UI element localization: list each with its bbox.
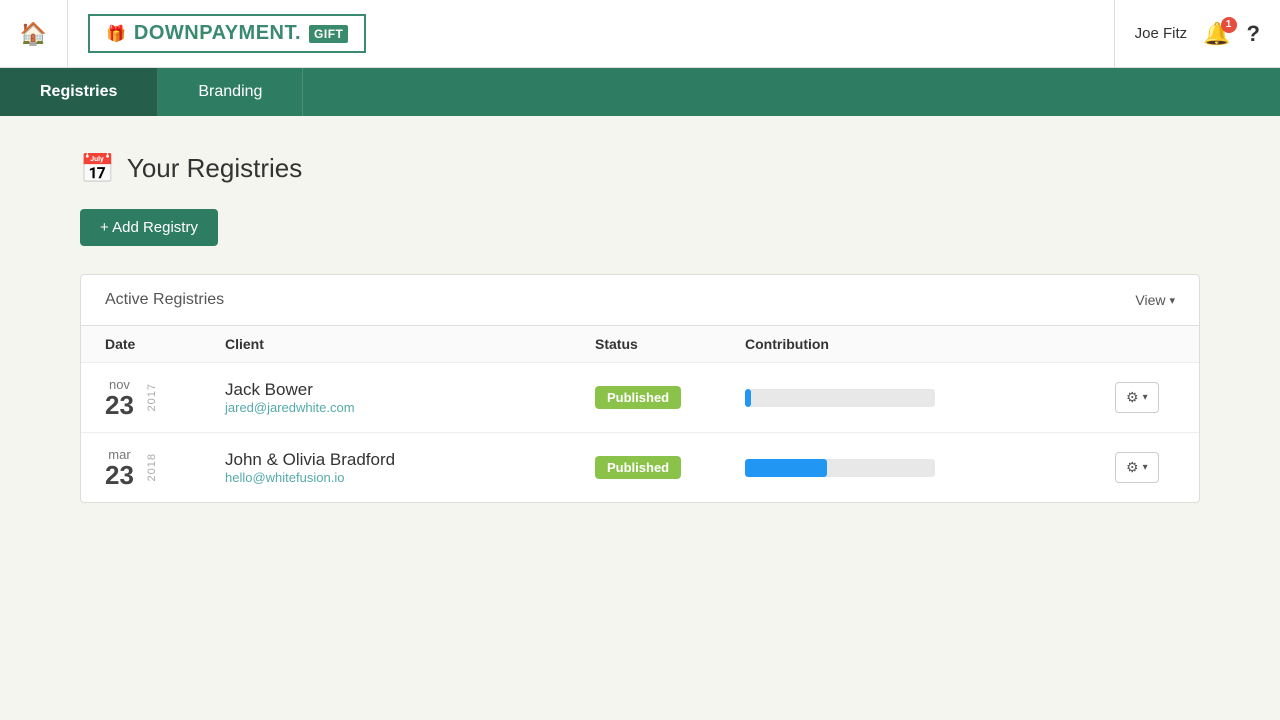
column-headers: Date Client Status Contribution — [81, 326, 1199, 363]
home-button[interactable]: 🏠 — [0, 0, 68, 67]
logo-area: 🎁 DOWNPAYMENT. GIFT — [68, 14, 1114, 53]
help-button[interactable]: ? — [1247, 21, 1260, 47]
user-menu[interactable]: Joe Fitz — [1135, 25, 1188, 42]
status-cell-1: Published — [595, 386, 745, 409]
page-title-area: 📅 Your Registries — [80, 152, 1200, 185]
progress-track-1 — [745, 389, 935, 407]
col-date: Date — [105, 336, 225, 352]
nav-bar: Registries Branding — [0, 68, 1280, 116]
client-email-1: jared@jaredwhite.com — [225, 400, 595, 415]
gear-icon-1: ⚙ — [1126, 389, 1139, 406]
caret-icon-1: ▾ — [1143, 392, 1148, 403]
client-email-2: hello@whitefusion.io — [225, 470, 595, 485]
gear-button-2[interactable]: ⚙ ▾ — [1115, 452, 1159, 483]
page-title: Your Registries — [127, 153, 302, 184]
col-actions — [1115, 336, 1175, 352]
nav-branding[interactable]: Branding — [158, 68, 303, 116]
col-contribution: Contribution — [745, 336, 1115, 352]
actions-cell-1: ⚙ ▾ — [1115, 382, 1175, 413]
header: 🏠 🎁 DOWNPAYMENT. GIFT Joe Fitz 🔔 1 ? — [0, 0, 1280, 68]
section-title: Active Registries — [105, 291, 224, 309]
add-registry-button[interactable]: + Add Registry — [80, 209, 218, 246]
actions-cell-2: ⚙ ▾ — [1115, 452, 1175, 483]
date-day-1: 23 — [105, 392, 134, 418]
notification-badge: 1 — [1221, 17, 1237, 33]
home-icon: 🏠 — [20, 21, 47, 47]
status-cell-2: Published — [595, 456, 745, 479]
active-registries-card: Active Registries View ▾ Date Client Sta… — [80, 274, 1200, 503]
main-content: 📅 Your Registries + Add Registry Active … — [0, 116, 1280, 543]
client-name-2: John & Olivia Bradford — [225, 450, 595, 470]
notifications-button[interactable]: 🔔 1 — [1203, 21, 1230, 47]
caret-icon-2: ▾ — [1143, 462, 1148, 473]
progress-track-2 — [745, 459, 935, 477]
table-row: nov 23 2017 Jack Bower jared@jaredwhite.… — [81, 363, 1199, 433]
logo: 🎁 DOWNPAYMENT. GIFT — [88, 14, 366, 53]
contribution-cell-1 — [745, 389, 1115, 407]
table-header-row: Active Registries View ▾ — [81, 275, 1199, 326]
date-cell-2: mar 23 2018 — [105, 447, 225, 488]
client-name-1: Jack Bower — [225, 380, 595, 400]
status-badge-1: Published — [595, 386, 681, 409]
calendar-icon: 📅 — [80, 152, 115, 185]
contribution-cell-2 — [745, 459, 1115, 477]
gift-icon: 🎁 — [106, 24, 126, 44]
progress-fill-2 — [745, 459, 827, 477]
client-cell-1: Jack Bower jared@jaredwhite.com — [225, 380, 595, 415]
gear-button-1[interactable]: ⚙ ▾ — [1115, 382, 1159, 413]
nav-registries[interactable]: Registries — [0, 68, 158, 116]
view-button[interactable]: View ▾ — [1135, 292, 1175, 308]
view-label: View — [1135, 292, 1165, 308]
date-main-1: nov 23 — [105, 377, 134, 418]
add-registry-label: + Add Registry — [100, 219, 198, 236]
nav-branding-label: Branding — [198, 83, 262, 101]
gear-icon-2: ⚙ — [1126, 459, 1139, 476]
nav-registries-label: Registries — [40, 83, 117, 101]
chevron-down-icon: ▾ — [1169, 294, 1175, 307]
progress-fill-1 — [745, 389, 751, 407]
date-year-2: 2018 — [146, 453, 158, 481]
date-day-2: 23 — [105, 462, 134, 488]
col-client: Client — [225, 336, 595, 352]
header-right: Joe Fitz 🔔 1 ? — [1114, 0, 1280, 67]
col-status: Status — [595, 336, 745, 352]
date-cell-1: nov 23 2017 — [105, 377, 225, 418]
date-main-2: mar 23 — [105, 447, 134, 488]
date-year-1: 2017 — [146, 383, 158, 411]
logo-text: DOWNPAYMENT. — [134, 22, 301, 45]
client-cell-2: John & Olivia Bradford hello@whitefusion… — [225, 450, 595, 485]
logo-suffix: GIFT — [309, 25, 348, 43]
table-row: mar 23 2018 John & Olivia Bradford hello… — [81, 433, 1199, 502]
status-badge-2: Published — [595, 456, 681, 479]
